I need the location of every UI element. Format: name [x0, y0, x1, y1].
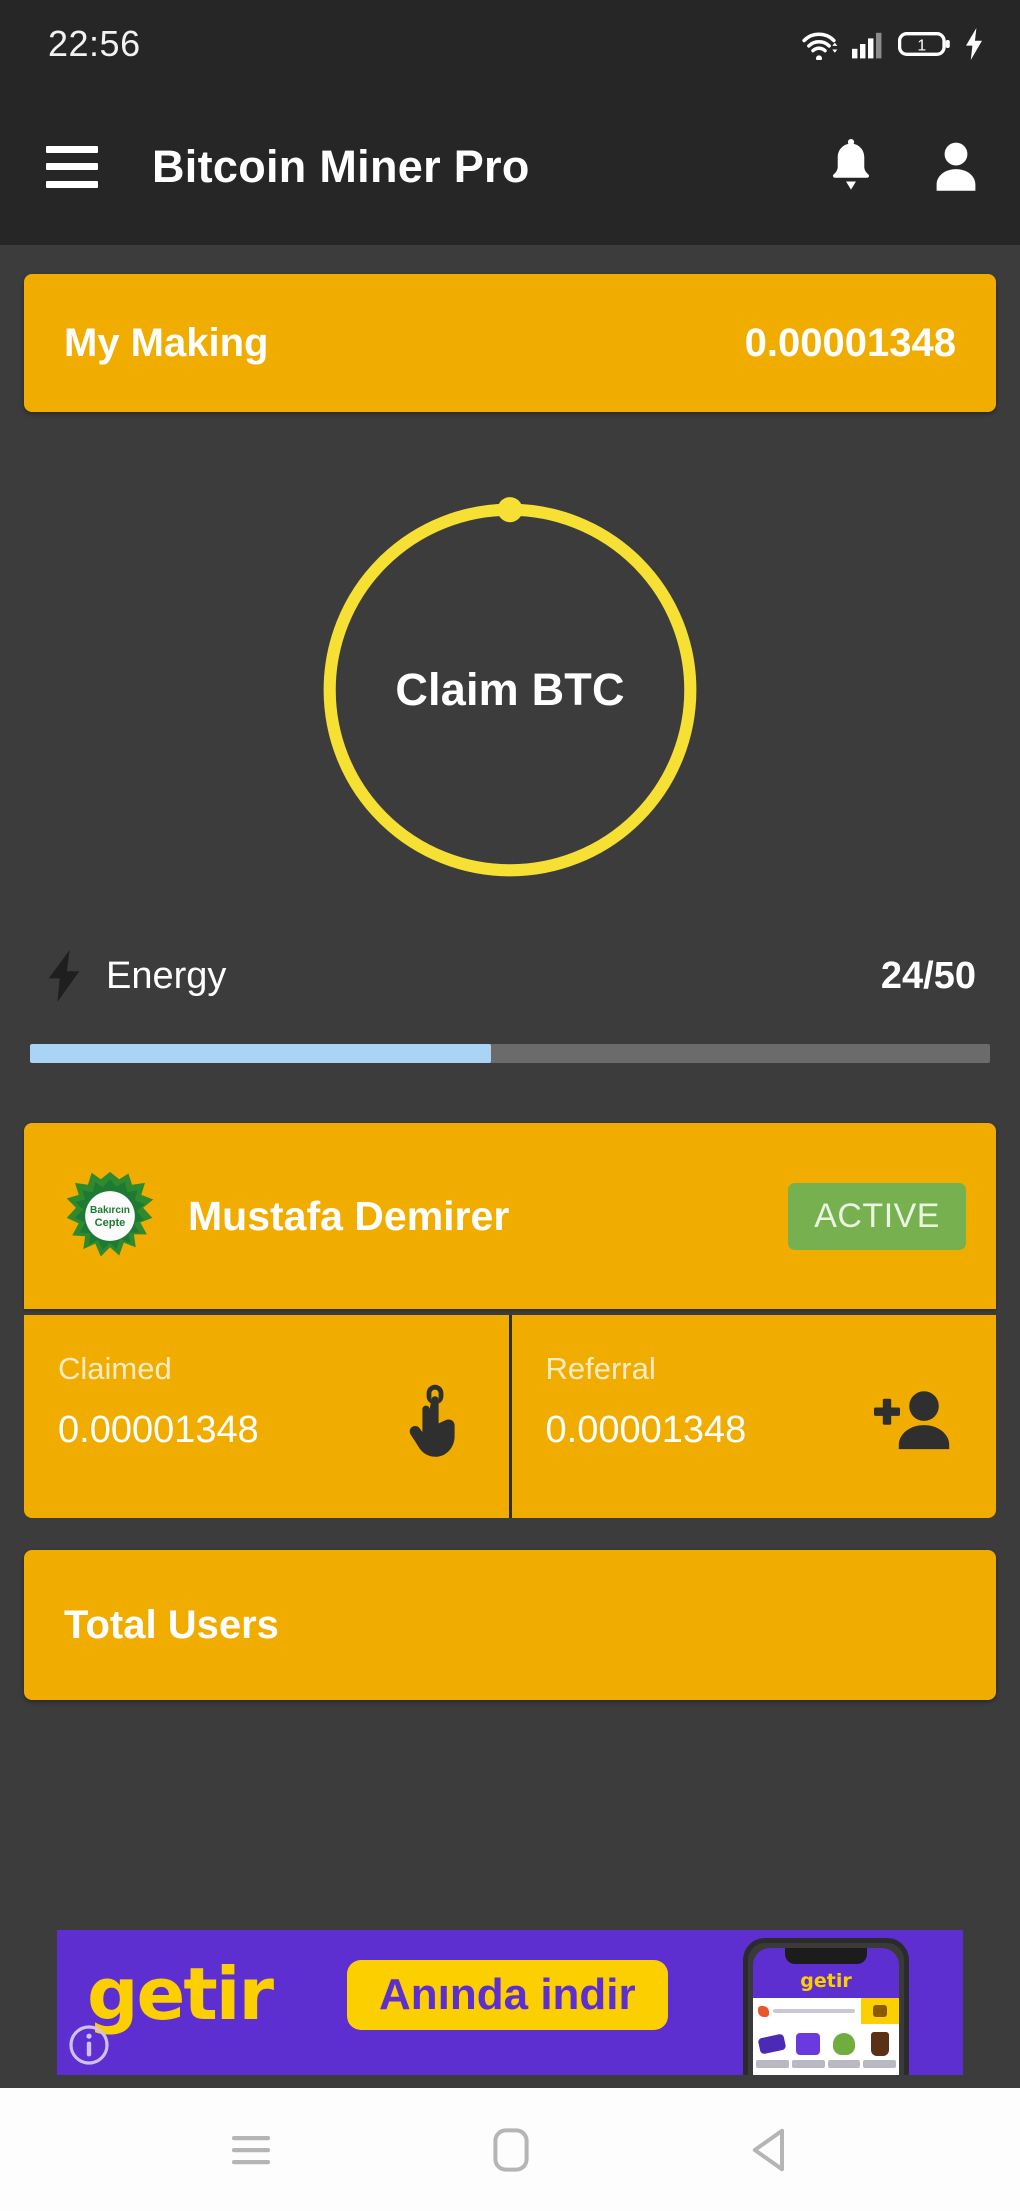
charging-bolt-icon [964, 28, 984, 60]
ad-phone-category-caption [827, 2060, 861, 2068]
profile-card[interactable]: Bakırcın Cepte Mustafa Demirer ACTIVE [24, 1123, 996, 1309]
cellular-signal-icon [850, 28, 886, 60]
page-title: Bitcoin Miner Pro [152, 140, 530, 192]
status-clock: 22:56 [48, 23, 141, 64]
ad-phone-category [827, 2030, 861, 2068]
claim-section: Claim BTC [0, 480, 1020, 900]
ad-phone-category-art [828, 2030, 861, 2058]
home-icon[interactable] [491, 2126, 531, 2174]
ad-brand-logo: getir [87, 1952, 274, 2036]
ad-info-icon[interactable] [67, 2023, 111, 2067]
tap-hand-icon [405, 1382, 463, 1458]
svg-text:Bakırcın: Bakırcın [90, 1205, 130, 1216]
ad-phone-category-caption [756, 2060, 789, 2068]
energy-count: 24/50 [880, 954, 976, 997]
battery-icon: 1 [898, 28, 952, 60]
ad-phone-category-grid [753, 2024, 899, 2068]
my-making-card[interactable]: My Making 0.00001348 [24, 274, 996, 412]
total-users-card[interactable]: Total Users [24, 1550, 996, 1700]
my-making-value: 0.00001348 [744, 320, 956, 365]
ad-cta-button[interactable]: Anında indir [347, 1960, 668, 2031]
ad-phone-category-art [792, 2030, 825, 2058]
stats-row: Claimed 0.00001348 Referral 0.00001348 [24, 1315, 996, 1518]
energy-label: Energy [106, 954, 227, 997]
ad-phone-category-caption [863, 2060, 896, 2068]
recents-icon[interactable] [228, 2130, 274, 2170]
energy-progress-fill [30, 1044, 491, 1063]
total-users-label: Total Users [64, 1602, 279, 1647]
ad-phone-screen: getir [753, 1948, 899, 2075]
ad-phone-category [791, 2030, 825, 2068]
ad-phone-notch [785, 1948, 867, 1964]
ad-phone-content [753, 1998, 899, 2075]
ad-phone-category-art [756, 2030, 789, 2058]
svg-text:Cepte: Cepte [95, 1217, 126, 1229]
energy-progress-track [30, 1044, 990, 1063]
back-icon[interactable] [748, 2126, 792, 2174]
ad-phone-brand: getir [800, 1970, 852, 1992]
referral-tile[interactable]: Referral 0.00001348 [508, 1315, 996, 1518]
ad-phone-flame-icon [758, 2005, 769, 2017]
ad-phone-promo-tile [861, 1998, 899, 2024]
hamburger-menu-icon[interactable] [46, 145, 98, 188]
status-bar-icons: 1 [800, 28, 984, 60]
person-add-icon [874, 1389, 950, 1451]
svg-text:1: 1 [917, 37, 926, 54]
app-bar: Bitcoin Miner Pro [0, 88, 1020, 245]
ad-phone-category [756, 2030, 789, 2068]
ad-phone-search-row [753, 1998, 899, 2024]
status-badge: ACTIVE [788, 1182, 966, 1250]
app-root: 22:56 1 Bitcoin Miner Pro My Making 0.00… [0, 0, 1020, 2211]
system-navigation-bar [0, 2088, 1020, 2211]
profile-name: Mustafa Demirer [188, 1192, 510, 1239]
wifi-icon [800, 28, 838, 60]
bell-icon[interactable] [826, 138, 876, 195]
ad-phone-mockup: getir [743, 1938, 909, 2075]
app-bar-actions [826, 138, 982, 195]
energy-row: Energy 24/50 [44, 950, 976, 1002]
claimed-tile[interactable]: Claimed 0.00001348 [24, 1315, 509, 1518]
ad-phone-search-placeholder [773, 2009, 855, 2013]
person-icon[interactable] [930, 139, 982, 195]
ad-phone-category-art [863, 2030, 896, 2058]
referral-label: Referral [545, 1351, 656, 1386]
status-bar: 22:56 1 [0, 0, 1020, 88]
ad-phone-category [863, 2030, 896, 2068]
ad-phone-category-caption [791, 2060, 825, 2068]
ad-phone-promo-icon [873, 2005, 887, 2017]
lightning-bolt-icon [44, 950, 84, 1002]
green-splatter-logo-avatar: Bakırcın Cepte [64, 1170, 156, 1262]
claim-btc-button[interactable]: Claim BTC [314, 494, 706, 886]
ad-phone-search-field [753, 2005, 861, 2017]
claim-btc-label: Claim BTC [395, 664, 625, 715]
claim-progress-dot [497, 497, 523, 523]
my-making-label: My Making [64, 320, 269, 365]
ad-banner[interactable]: getir Anında indir getir [57, 1930, 963, 2075]
